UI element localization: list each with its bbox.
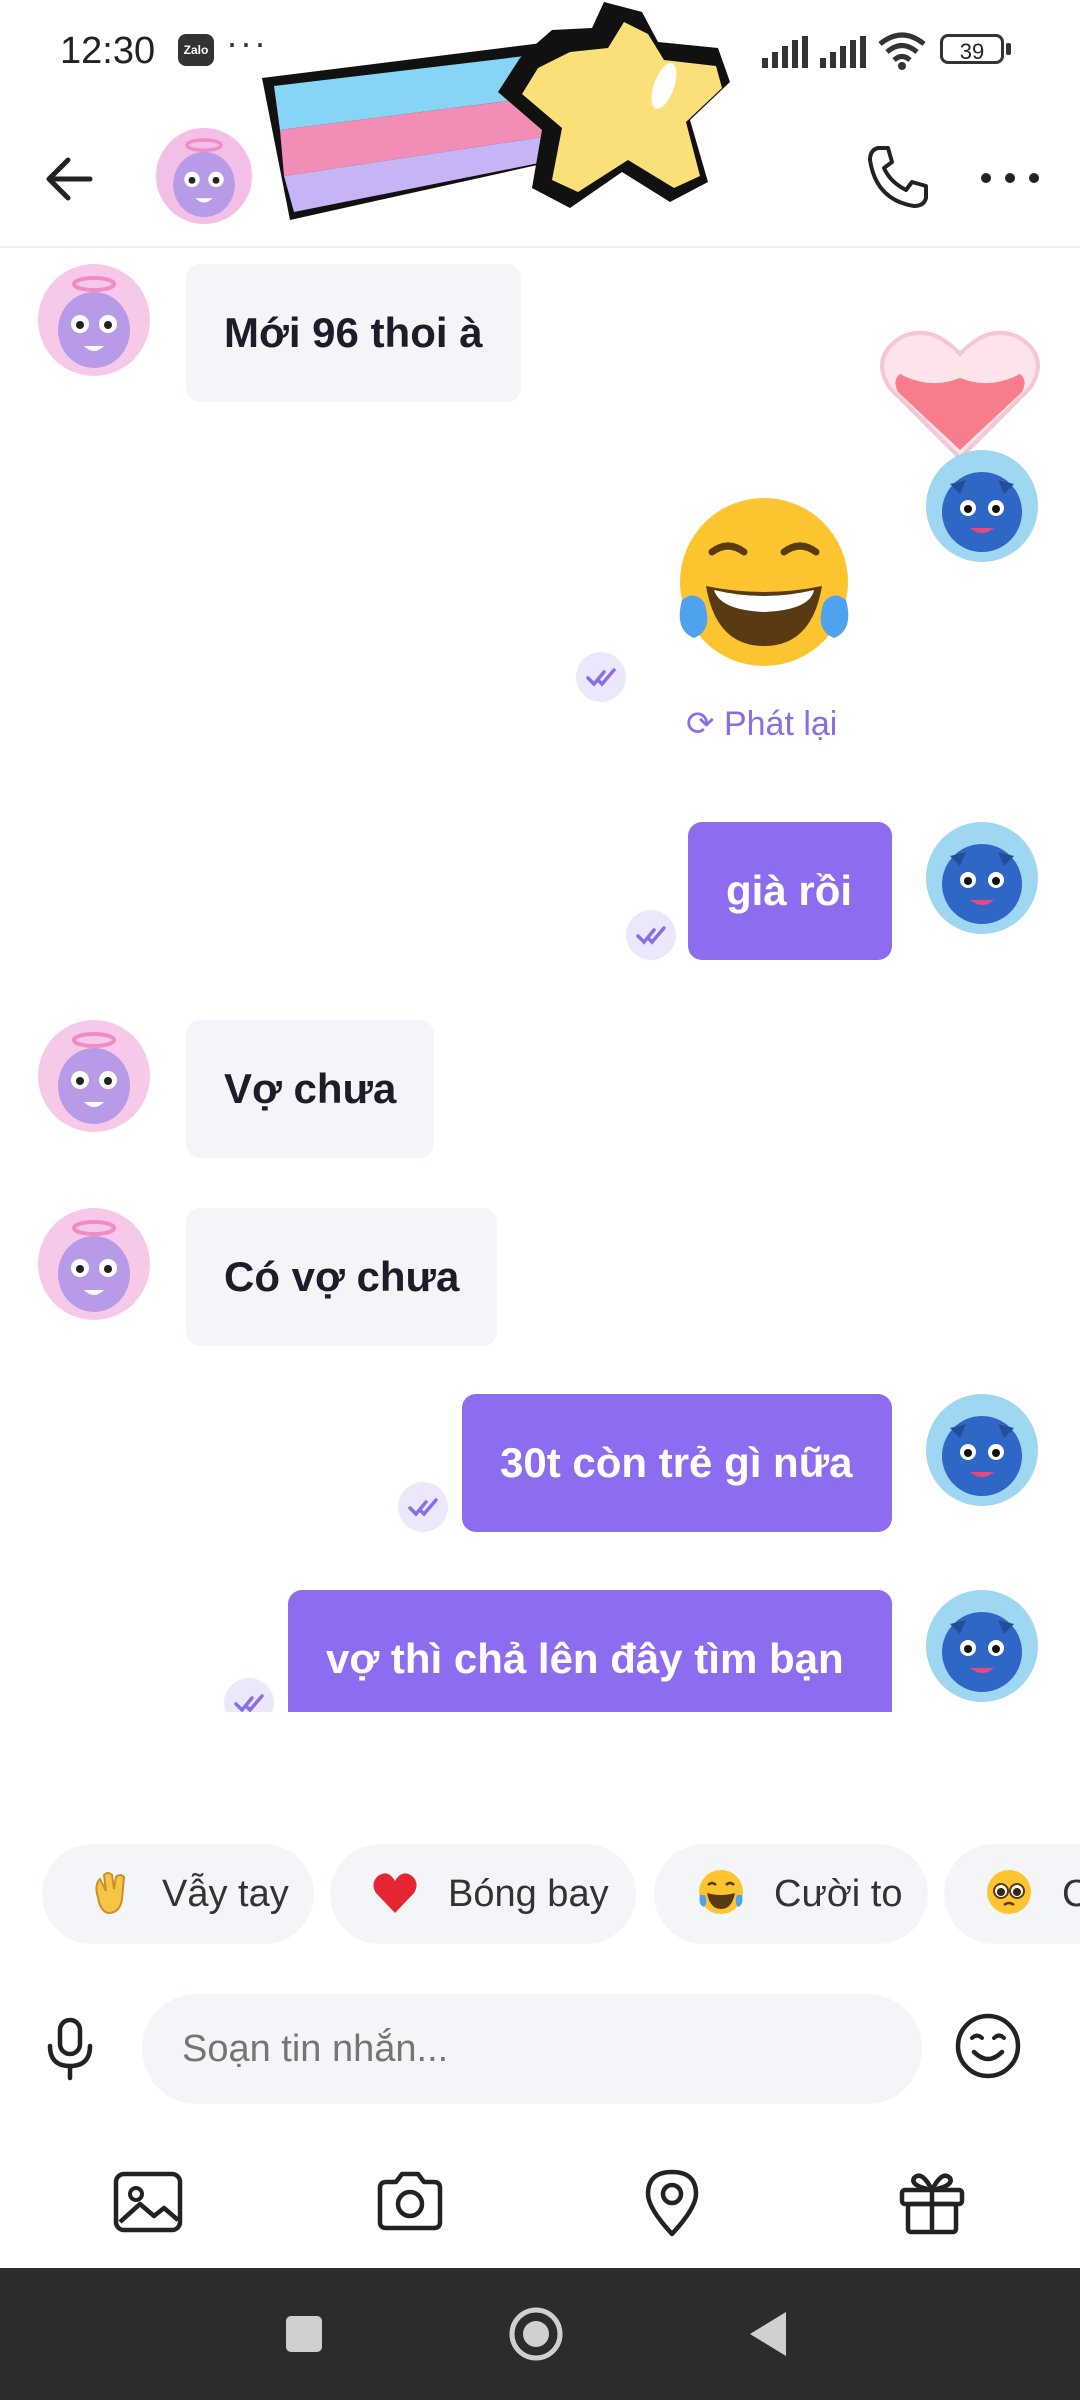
image-icon[interactable]	[110, 2164, 186, 2240]
location-pin-icon[interactable]	[634, 2164, 710, 2240]
more-horizontal-icon[interactable]	[972, 140, 1048, 216]
quick-reaction-chip[interactable]: Cười to	[654, 1844, 928, 1944]
blue-monster-avatar	[942, 472, 1022, 552]
quick-reaction-chip[interactable]: Vẫy tay	[42, 1844, 314, 1944]
red-heart-emoji	[373, 1873, 417, 1913]
blue-monster-avatar	[942, 1416, 1022, 1496]
my-avatar[interactable]	[926, 450, 1038, 562]
contact-avatar[interactable]	[156, 128, 252, 224]
chip-label: Bóng bay	[448, 1873, 609, 1915]
purple-monster-avatar	[58, 1220, 130, 1312]
recents-square-icon[interactable]	[272, 2302, 336, 2366]
contact-avatar[interactable]	[38, 1020, 150, 1132]
message-clip: vợ thì chả lên đây tìm bạn	[0, 1588, 1080, 1712]
laughing-tears-emoji[interactable]	[672, 490, 856, 674]
laughing-tears-emoji	[699, 1869, 743, 1914]
microphone-icon[interactable]	[36, 2014, 104, 2082]
refresh-icon: ⟳	[686, 705, 715, 743]
quick-reaction-chip[interactable]: Bóng bay	[330, 1844, 636, 1944]
battery-indicator: 39	[940, 34, 1004, 64]
message-bubble-incoming[interactable]: Có vợ chưa	[186, 1208, 498, 1346]
back-triangle-icon[interactable]	[738, 2302, 802, 2366]
chip-label: C	[1062, 1873, 1080, 1915]
message-bubble-incoming[interactable]: Vợ chưa	[186, 1020, 435, 1158]
chip-label: Cười to	[774, 1873, 903, 1915]
blue-monster-avatar	[942, 844, 1022, 924]
message-bubble-outgoing[interactable]: già rồi	[688, 822, 892, 960]
system-navigation-bar	[0, 2268, 1080, 2400]
my-avatar[interactable]	[926, 1394, 1038, 1506]
seen-check-icon	[626, 910, 676, 960]
quick-reaction-row: Vẫy tay Bóng bay Cười to C	[0, 1844, 1080, 1944]
message-composer	[0, 1986, 1080, 2106]
pleading-face-emoji	[987, 1869, 1031, 1914]
purple-monster-avatar	[173, 138, 235, 218]
attachment-toolbar	[0, 2150, 1080, 2250]
seen-check-icon	[576, 652, 626, 702]
seen-check-icon	[398, 1482, 448, 1532]
signal-icon	[762, 36, 808, 68]
phone-icon[interactable]	[860, 140, 936, 216]
rainbow-star-sticker	[262, 2, 730, 220]
emoji-smile-icon[interactable]	[950, 2008, 1026, 2084]
chip-label: Vẫy tay	[162, 1873, 289, 1915]
replay-link[interactable]: ⟳ Phát lại	[686, 704, 837, 744]
waving-hand-emoji	[95, 1871, 126, 1914]
seen-check-icon	[224, 1678, 274, 1712]
signal-icon	[820, 36, 866, 68]
message-input[interactable]	[142, 1994, 922, 2104]
arrow-left-icon[interactable]	[36, 144, 106, 214]
battery-cap	[1006, 43, 1011, 55]
replay-label: Phát lại	[723, 705, 838, 743]
status-time: 12:30	[60, 30, 156, 72]
home-circle-icon[interactable]	[504, 2302, 568, 2366]
wifi-icon	[878, 32, 926, 70]
my-avatar[interactable]	[926, 822, 1038, 934]
quick-reaction-chip[interactable]: C	[944, 1844, 1080, 1944]
camera-icon[interactable]	[372, 2164, 448, 2240]
zalo-app-badge: Zalo	[178, 34, 214, 66]
contact-avatar[interactable]	[38, 264, 150, 376]
purple-monster-avatar	[58, 1032, 130, 1124]
message-bubble-outgoing[interactable]: vợ thì chả lên đây tìm bạn	[288, 1590, 892, 1712]
purple-monster-avatar	[58, 276, 130, 368]
gift-icon[interactable]	[894, 2164, 970, 2240]
heart-reaction-icon	[880, 330, 1040, 461]
message-bubble-outgoing[interactable]: 30t còn trẻ gì nữa	[462, 1394, 892, 1532]
contact-avatar[interactable]	[38, 1208, 150, 1320]
